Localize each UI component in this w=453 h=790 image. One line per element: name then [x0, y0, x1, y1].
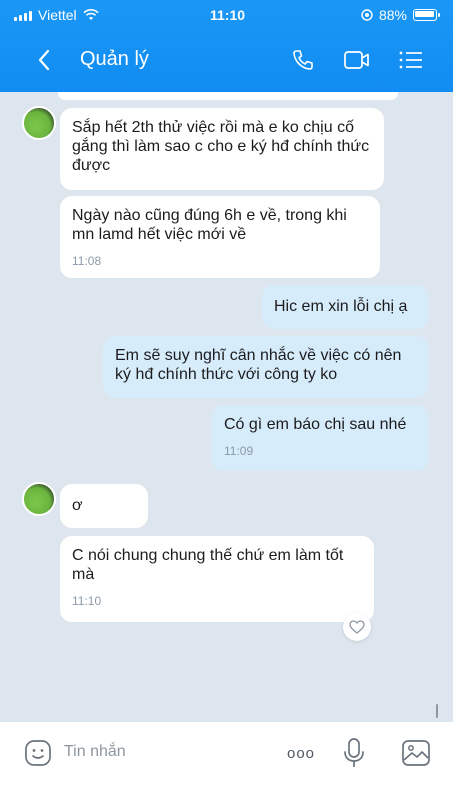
- more-options-button[interactable]: ooo: [284, 740, 318, 766]
- message-input[interactable]: Tin nhắn: [64, 743, 126, 761]
- call-button[interactable]: [289, 46, 317, 74]
- message-text: Sắp hết 2th thử việc rồi mà e ko chịu cố…: [72, 119, 370, 174]
- conversation-title[interactable]: Quản lý: [80, 48, 149, 71]
- message-bubble-sent[interactable]: Em sẽ suy nghĩ cân nhắc về việc có nên k…: [103, 336, 428, 398]
- message-text: Hic em xin lỗi chị ạ: [274, 298, 408, 315]
- message-time: 11:08: [72, 254, 102, 268]
- message-bubble-sent[interactable]: Hic em xin lỗi chị ạ: [262, 285, 428, 329]
- reaction-button[interactable]: [343, 613, 371, 641]
- orientation-lock-icon: [361, 9, 373, 21]
- previous-message-edge: [58, 92, 398, 100]
- scroll-indicator: [436, 704, 438, 718]
- image-icon[interactable]: [401, 738, 431, 768]
- message-text: Ngày nào cũng đúng 6h e về, trong khi mn…: [72, 207, 347, 243]
- status-time: 11:10: [210, 7, 246, 23]
- status-right: 88%: [361, 7, 440, 23]
- navigation-bar: Quản lý: [0, 30, 453, 92]
- message-text: C nói chung chung thế chứ em làm tốt mà: [72, 547, 344, 583]
- chevron-left-icon: [38, 49, 50, 71]
- back-button[interactable]: [28, 42, 60, 78]
- message-bubble-received[interactable]: Ngày nào cũng đúng 6h e về, trong khi mn…: [60, 196, 380, 278]
- heart-icon: [349, 620, 365, 634]
- message-input-bar: Tin nhắn ooo: [0, 722, 453, 790]
- more-options-label: ooo: [286, 744, 316, 762]
- header-actions: [289, 46, 425, 74]
- phone-icon: [293, 50, 313, 70]
- message-time: 11:09: [224, 444, 254, 458]
- menu-button[interactable]: [397, 46, 425, 74]
- message-bubble-sent[interactable]: Có gì em báo chị sau nhé 11:09: [212, 405, 428, 471]
- message-text: Em sẽ suy nghĩ cân nhắc về việc có nên k…: [115, 347, 402, 383]
- video-call-button[interactable]: [343, 46, 371, 74]
- wifi-icon: [83, 9, 99, 20]
- battery-percent: 88%: [378, 7, 407, 23]
- carrier-name: Viettel: [38, 7, 77, 23]
- message-bubble-received[interactable]: C nói chung chung thế chứ em làm tốt mà …: [60, 536, 374, 622]
- message-bubble-received[interactable]: ơ: [60, 484, 148, 528]
- status-bar: Viettel 11:10 88%: [0, 0, 453, 30]
- avatar[interactable]: [22, 482, 56, 516]
- header-bar: Viettel 11:10 88% Quản lý: [0, 0, 453, 92]
- list-menu-icon: [399, 51, 422, 69]
- chat-area[interactable]: Sắp hết 2th thử việc rồi mà e ko chịu cố…: [0, 92, 453, 722]
- video-camera-icon: [344, 51, 369, 69]
- signal-icon: [14, 9, 32, 21]
- message-text: ơ: [72, 497, 83, 514]
- message-text: Có gì em báo chị sau nhé: [224, 416, 407, 433]
- message-time: 11:10: [72, 594, 102, 608]
- status-left: Viettel: [14, 7, 99, 23]
- emoji-icon[interactable]: [24, 739, 52, 767]
- avatar[interactable]: [22, 106, 56, 140]
- microphone-icon[interactable]: [341, 736, 367, 770]
- message-bubble-received[interactable]: Sắp hết 2th thử việc rồi mà e ko chịu cố…: [60, 108, 384, 190]
- battery-icon: [413, 9, 440, 21]
